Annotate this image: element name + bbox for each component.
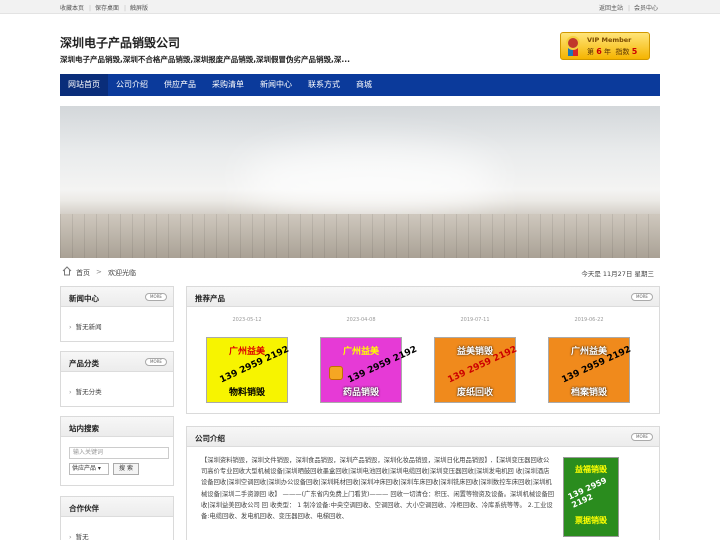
member-center-link[interactable]: 会员中心: [634, 5, 658, 12]
mobile-version-link[interactable]: 触屏版: [130, 5, 148, 12]
search-panel: 站内搜索 输入关键词 供应产品 ▾ 搜 索: [60, 416, 174, 486]
product-card[interactable]: 2023-05-12 广州益美 139 2959 2192 物料销毁: [199, 317, 295, 403]
about-text: 【深圳资料销毁，深圳文件销毁，深圳食品销毁，深圳产品销毁，深圳化妆品销毁，深圳日…: [201, 457, 555, 521]
product-image[interactable]: 益美销毁 139 2959 2192 废纸回收: [434, 337, 519, 403]
product-image[interactable]: 广州益美 139 2959 2192 物料销毁: [206, 337, 291, 403]
current-date: 今天是 11月27日 星期三: [581, 270, 654, 278]
product-image[interactable]: 广州益美 139 2959 2192 药品销毁: [320, 337, 419, 403]
product-date: 2019-06-22: [574, 317, 604, 323]
category-panel: 产品分类 MORE 暂无分类: [60, 351, 174, 407]
nav-about[interactable]: 公司介绍: [108, 74, 156, 96]
news-panel-title: 新闻中心: [69, 294, 99, 303]
category-more-button[interactable]: MORE: [145, 358, 167, 366]
vip-label: VIP Member: [587, 36, 632, 44]
breadcrumb: 首页 > 欢迎光临 今天是 11月27日 星期三: [60, 258, 660, 286]
vip-index: 5: [631, 47, 638, 56]
hero-banner: [60, 106, 660, 258]
news-panel: 新闻中心 MORE 暂无新闻: [60, 286, 174, 342]
top-bar: 收藏本页 | 保存桌面 | 触屏版 返回主站 | 会员中心: [0, 0, 720, 14]
list-item: 暂无新闻: [69, 321, 102, 331]
site-header: 深圳电子产品销毁公司 深圳电子产品销毁,深圳不合格产品销毁,深圳报废产品销毁,深…: [60, 14, 660, 74]
medal-icon: [565, 36, 581, 56]
product-date: 2023-05-12: [232, 317, 262, 323]
about-image[interactable]: 益福销毁 139 2959 2192 票据销毁: [563, 457, 619, 537]
vip-badge: VIP Member 第 6 年 指数 5: [560, 32, 650, 60]
save-desktop-link[interactable]: 保存桌面: [95, 5, 119, 12]
breadcrumb-current: 欢迎光临: [108, 269, 136, 277]
partners-panel: 合作伙伴 暂无: [60, 496, 174, 540]
about-more-button[interactable]: MORE: [631, 433, 653, 441]
nav-home[interactable]: 网站首页: [60, 74, 108, 96]
nav-purchase[interactable]: 采购清单: [204, 74, 252, 96]
topbar-right-links: 返回主站 | 会员中心: [599, 4, 658, 12]
product-date: 2023-04-08: [346, 317, 376, 323]
partners-panel-title: 合作伙伴: [69, 504, 99, 513]
breadcrumb-home[interactable]: 首页: [76, 268, 90, 278]
vip-stats: 第 6 年 指数 5: [587, 47, 638, 56]
breadcrumb-separator: >: [96, 268, 102, 276]
product-card[interactable]: 2023-04-08 广州益美 139 2959 2192 药品销毁: [313, 317, 419, 403]
main-site-link[interactable]: 返回主站: [599, 5, 623, 12]
product-card[interactable]: 2019-07-11 益美销毁 139 2959 2192 废纸回收: [427, 317, 523, 403]
search-input[interactable]: 输入关键词: [69, 447, 169, 459]
vip-year: 6: [596, 47, 602, 56]
product-card[interactable]: 2019-06-22 广州益美 139 2959 2192 档案销毁: [541, 317, 637, 403]
about-panel-title: 公司介绍: [195, 434, 225, 443]
bookmark-link[interactable]: 收藏本页: [60, 5, 84, 12]
category-panel-title: 产品分类: [69, 359, 99, 368]
nav-contact[interactable]: 联系方式: [300, 74, 348, 96]
product-date: 2019-07-11: [460, 317, 490, 323]
search-scope-select[interactable]: 供应产品 ▾: [69, 463, 109, 475]
about-panel: 公司介绍 MORE 【深圳资料销毁，深圳文件销毁，深圳食品销毁，深圳产品销毁，深…: [186, 426, 660, 540]
nav-supply[interactable]: 供应产品: [156, 74, 204, 96]
search-panel-title: 站内搜索: [69, 424, 99, 433]
products-panel-title: 推荐产品: [195, 294, 225, 303]
topbar-left-links: 收藏本页 | 保存桌面 | 触屏版: [60, 4, 148, 12]
news-more-button[interactable]: MORE: [145, 293, 167, 301]
search-button[interactable]: 搜 索: [113, 463, 139, 475]
products-more-button[interactable]: MORE: [631, 293, 653, 301]
nav-mall[interactable]: 商城: [348, 74, 380, 96]
nav-news[interactable]: 新闻中心: [252, 74, 300, 96]
list-item: 暂无: [69, 531, 89, 540]
list-item: 暂无分类: [69, 386, 102, 396]
products-panel: 推荐产品 MORE 2023-05-12 广州益美 139 2959 2192 …: [186, 286, 660, 414]
main-nav: 网站首页 公司介绍 供应产品 采购清单 新闻中心 联系方式 商城: [60, 74, 660, 96]
thumbs-up-icon: [329, 366, 343, 380]
home-icon: [62, 266, 72, 276]
product-image[interactable]: 广州益美 139 2959 2192 档案销毁: [548, 337, 633, 403]
site-subtitle: 深圳电子产品销毁,深圳不合格产品销毁,深圳报废产品销毁,深圳假冒伪劣产品销毁,深…: [60, 55, 350, 64]
site-title[interactable]: 深圳电子产品销毁公司: [60, 34, 180, 51]
